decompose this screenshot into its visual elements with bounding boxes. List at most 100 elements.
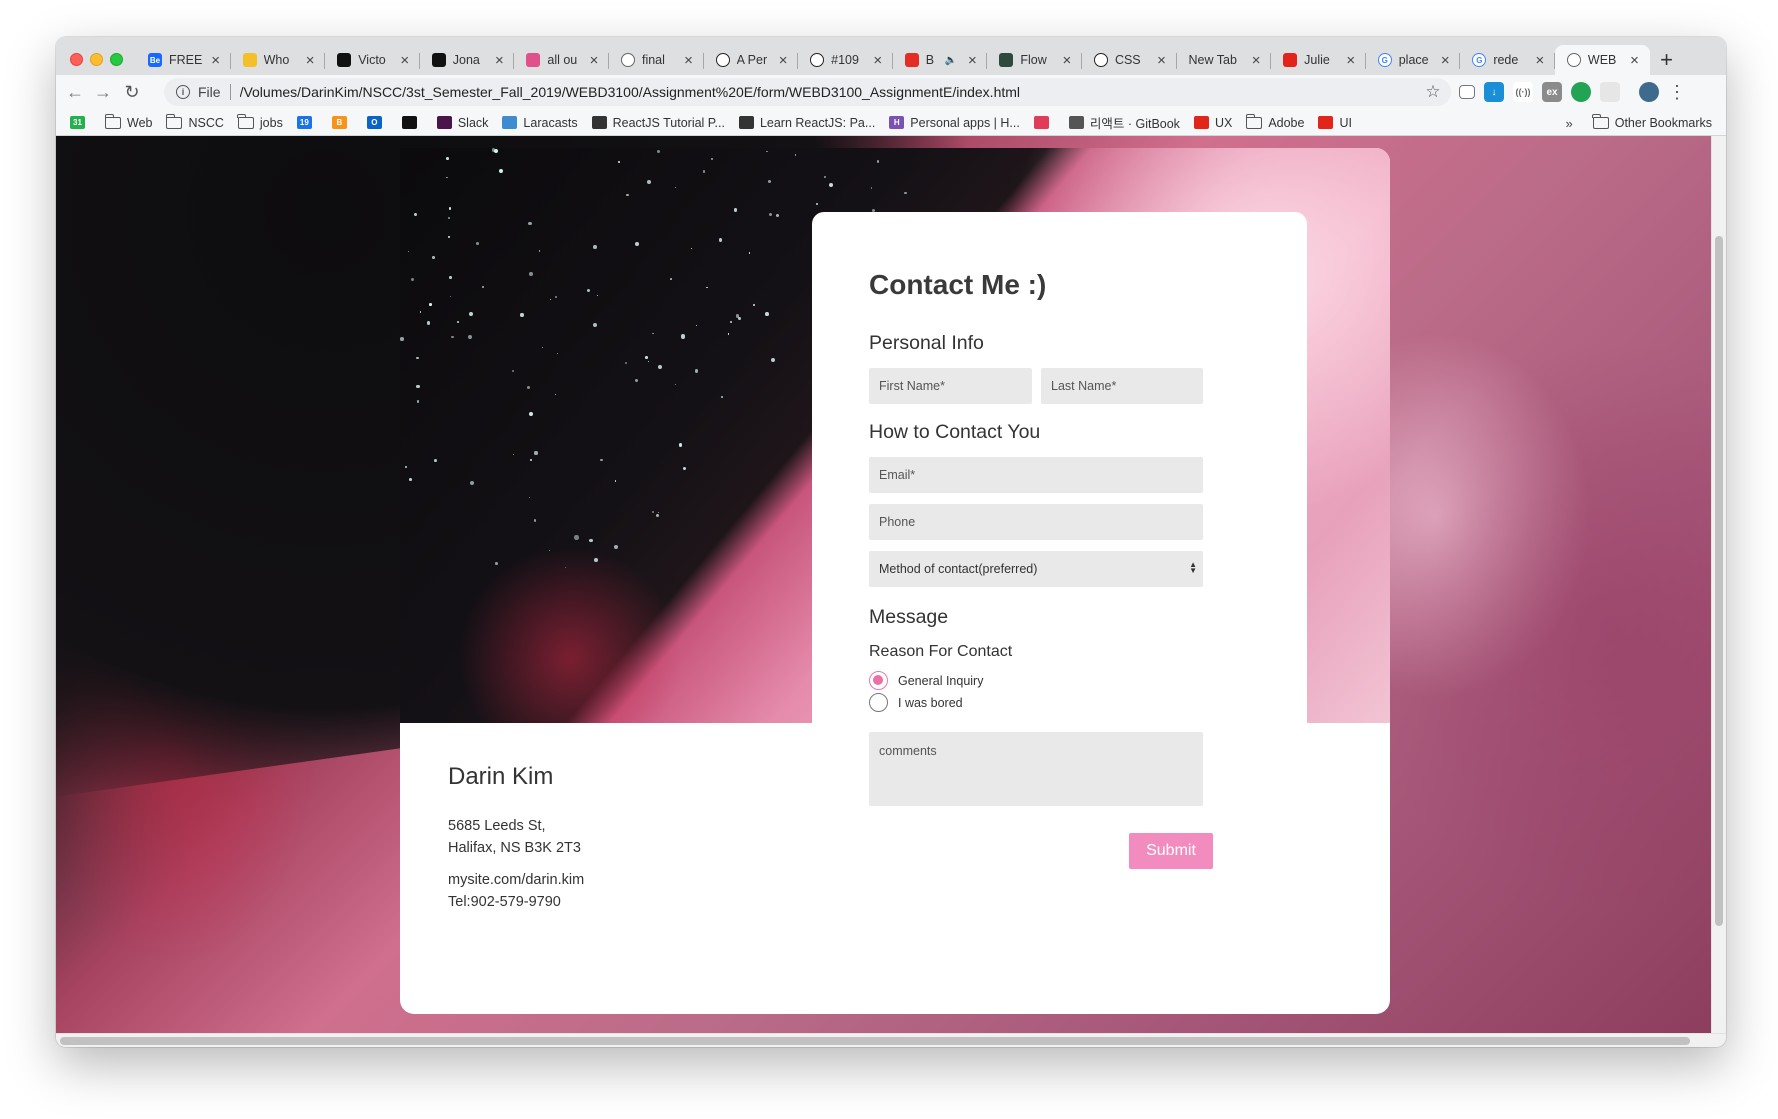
other-bookmarks-button[interactable]: Other Bookmarks (1615, 116, 1712, 130)
audio-playing-icon[interactable]: 🔈 (945, 55, 957, 66)
bookmark-item[interactable]: 19 (296, 116, 318, 129)
submit-button[interactable]: Submit (1129, 833, 1213, 869)
reason-label: Reason For Contact (869, 643, 1013, 660)
star-speck (768, 212, 773, 217)
horizontal-scrollbar[interactable] (56, 1033, 1726, 1047)
email-field[interactable]: Email* (869, 457, 1203, 493)
bookmark-item[interactable]: B (331, 116, 353, 129)
tab-9[interactable]: Flow × (987, 45, 1082, 75)
download-icon[interactable]: ↓ (1484, 82, 1504, 102)
close-tab-icon[interactable]: × (209, 52, 223, 69)
tab-8[interactable]: B 🔈 × (893, 45, 988, 75)
close-tab-icon[interactable]: × (1249, 52, 1263, 69)
bookmark-item[interactable]: UX (1193, 116, 1232, 130)
address-bar[interactable]: i File /Volumes/DarinKim/NSCC/3st_Semest… (164, 78, 1451, 106)
tab-5[interactable]: final × (609, 45, 704, 75)
tab-2[interactable]: Victo × (325, 45, 420, 75)
close-tab-icon[interactable]: × (776, 52, 790, 69)
close-tab-icon[interactable]: × (1155, 52, 1169, 69)
reason-option-general[interactable]: General Inquiry (869, 671, 983, 690)
bookmark-item[interactable]: Learn ReactJS: Pa... (738, 116, 875, 130)
close-tab-icon[interactable]: × (587, 52, 601, 69)
green-extension-icon[interactable] (1571, 82, 1591, 102)
tab-12[interactable]: Julie × (1271, 45, 1366, 75)
radio-unchecked-icon[interactable] (869, 693, 888, 712)
close-tab-icon[interactable]: × (303, 52, 317, 69)
bookmark-item[interactable]: 리액트 · GitBook (1068, 113, 1180, 132)
adobe-icon (1318, 116, 1334, 129)
minimize-window-button[interactable] (90, 53, 103, 66)
extension-grey-icon[interactable]: ex (1542, 82, 1562, 102)
bookmark-item[interactable]: H Personal apps | H... (889, 116, 1020, 130)
bookmarks-overflow-button[interactable]: » (1566, 116, 1573, 131)
tab-6[interactable]: A Per × (704, 45, 799, 75)
bookmark-item[interactable]: ReactJS Tutorial P... (591, 116, 725, 130)
close-tab-icon[interactable]: × (1628, 52, 1642, 69)
vertical-scrollbar[interactable] (1711, 136, 1726, 1033)
bookmark-item[interactable]: 31 (70, 116, 91, 129)
bookmark-item[interactable]: Adobe (1245, 113, 1304, 130)
info-icon[interactable]: i (176, 85, 190, 99)
tab-7[interactable]: #109 × (798, 45, 893, 75)
star-speck (457, 321, 460, 324)
close-window-button[interactable] (70, 53, 83, 66)
comments-textarea[interactable]: comments (869, 732, 1203, 806)
reason-option-bored[interactable]: I was bored (869, 693, 963, 712)
url-text[interactable]: /Volumes/DarinKim/NSCC/3st_Semester_Fall… (240, 84, 1419, 100)
wave-extension-icon[interactable]: ((·)) (1513, 82, 1533, 102)
zoom-window-button[interactable] (110, 53, 123, 66)
bookmark-item[interactable]: UI (1318, 116, 1352, 130)
close-tab-icon[interactable]: × (871, 52, 885, 69)
phone-field[interactable]: Phone (869, 504, 1203, 540)
radio-checked-icon[interactable] (869, 671, 888, 690)
bookmark-item[interactable]: Slack (436, 116, 488, 130)
star-speck (410, 278, 414, 282)
tab-0[interactable]: Be FREE × (136, 45, 231, 75)
star-speck (695, 325, 698, 327)
contact-method-select[interactable]: Method of contact(preferred) ▲ ▼ (869, 551, 1203, 587)
close-tab-icon[interactable]: × (1533, 52, 1547, 69)
bookmark-item[interactable]: NSCC (165, 113, 224, 130)
tab-14[interactable]: Grede × (1460, 45, 1555, 75)
tab-4[interactable]: all ou × (514, 45, 609, 75)
reload-icon[interactable]: ↻ (119, 79, 145, 105)
tab-title: B (925, 53, 935, 67)
star-speck (541, 347, 544, 349)
star-speck (678, 443, 683, 447)
first-name-field[interactable]: First Name* (869, 368, 1032, 404)
bookmark-item[interactable] (401, 116, 423, 129)
bookmark-item[interactable]: jobs (237, 113, 283, 130)
bookmark-item[interactable]: Laracasts (502, 116, 578, 130)
bookmark-item[interactable]: Web (104, 113, 152, 130)
last-name-field[interactable]: Last Name* (1041, 368, 1203, 404)
tab-15[interactable]: WEB × (1554, 45, 1650, 75)
horizontal-scroll-thumb[interactable] (60, 1037, 1690, 1045)
tab-10[interactable]: CSS × (1082, 45, 1177, 75)
tab-11[interactable]: New Tab × (1177, 45, 1272, 75)
tab-1[interactable]: Who × (231, 45, 326, 75)
star-speck (614, 480, 617, 482)
bookmark-item[interactable] (1033, 116, 1055, 129)
close-tab-icon[interactable]: × (965, 52, 979, 69)
cast-icon[interactable] (1459, 85, 1475, 99)
close-tab-icon[interactable]: × (1060, 52, 1074, 69)
bookmarks-bar: 31 Web NSCC jobs 19 B O Slack Laracasts ReactJS T… (56, 110, 1726, 136)
close-tab-icon[interactable]: × (492, 52, 506, 69)
more-menu-icon[interactable]: ⋮ (1668, 82, 1686, 103)
bookmark-item[interactable]: O (366, 116, 388, 129)
close-tab-icon[interactable]: × (682, 52, 696, 69)
blank-extension-icon[interactable] (1600, 82, 1620, 102)
close-tab-icon[interactable]: × (398, 52, 412, 69)
vertical-scroll-thumb[interactable] (1715, 236, 1723, 926)
bookmark-star-icon[interactable]: ☆ (1419, 82, 1447, 102)
contact-name: Darin Kim (448, 763, 554, 790)
profile-avatar[interactable] (1639, 82, 1659, 102)
close-tab-icon[interactable]: × (1438, 52, 1452, 69)
new-tab-button[interactable]: + (1650, 45, 1684, 75)
close-tab-icon[interactable]: × (1344, 52, 1358, 69)
star-speck (448, 236, 450, 238)
back-arrow-icon[interactable]: ← (62, 79, 88, 105)
forward-arrow-icon[interactable]: → (90, 79, 116, 105)
tab-13[interactable]: Gplace × (1366, 45, 1461, 75)
tab-3[interactable]: Jona × (420, 45, 515, 75)
